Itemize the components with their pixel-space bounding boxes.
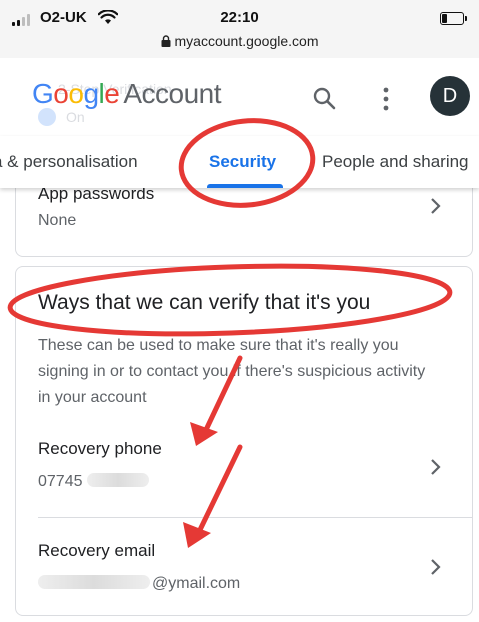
url-text: myaccount.google.com xyxy=(174,33,319,49)
recovery-phone-label: Recovery phone xyxy=(38,439,162,458)
logo-product: Account xyxy=(123,78,221,109)
app-passwords-value: None xyxy=(38,212,77,229)
tab-people-sharing[interactable]: People and sharing xyxy=(322,152,469,172)
recovery-phone-value: 07745 xyxy=(38,473,149,491)
google-account-logo[interactable]: Google Account xyxy=(32,78,221,110)
row-divider xyxy=(38,517,472,518)
tab-security[interactable]: Security xyxy=(209,152,276,172)
battery-icon xyxy=(440,12,467,25)
more-vert-icon[interactable] xyxy=(376,84,396,114)
tab-data-personalisation[interactable]: a & personalisation xyxy=(0,152,138,172)
status-time: 22:10 xyxy=(220,9,259,26)
address-bar[interactable]: myaccount.google.com xyxy=(0,33,479,49)
avatar[interactable]: D xyxy=(430,76,470,116)
tab-indicator xyxy=(207,184,283,188)
chevron-right-icon xyxy=(431,459,441,475)
recovery-email-label: Recovery email xyxy=(38,541,156,560)
verify-description: These can be used to make sure that it's… xyxy=(38,337,426,406)
ghost-status: On xyxy=(66,109,85,125)
tab-bar: a & personalisation Security People and … xyxy=(0,136,479,188)
chevron-right-icon xyxy=(431,198,441,214)
chevron-right-icon xyxy=(431,559,441,575)
redacted-email xyxy=(38,575,150,589)
verify-title: Ways that we can verify that it's you xyxy=(38,291,371,314)
redacted-phone xyxy=(86,473,149,487)
lock-icon xyxy=(161,35,171,47)
ghost-check-icon xyxy=(38,108,56,126)
recovery-email-value: @ymail.com xyxy=(38,575,240,593)
verify-card: Ways that we can verify that it's you Th… xyxy=(15,266,473,616)
search-icon[interactable] xyxy=(310,84,340,114)
status-bar: O2-UK 22:10 myaccount.google.com xyxy=(0,0,479,58)
